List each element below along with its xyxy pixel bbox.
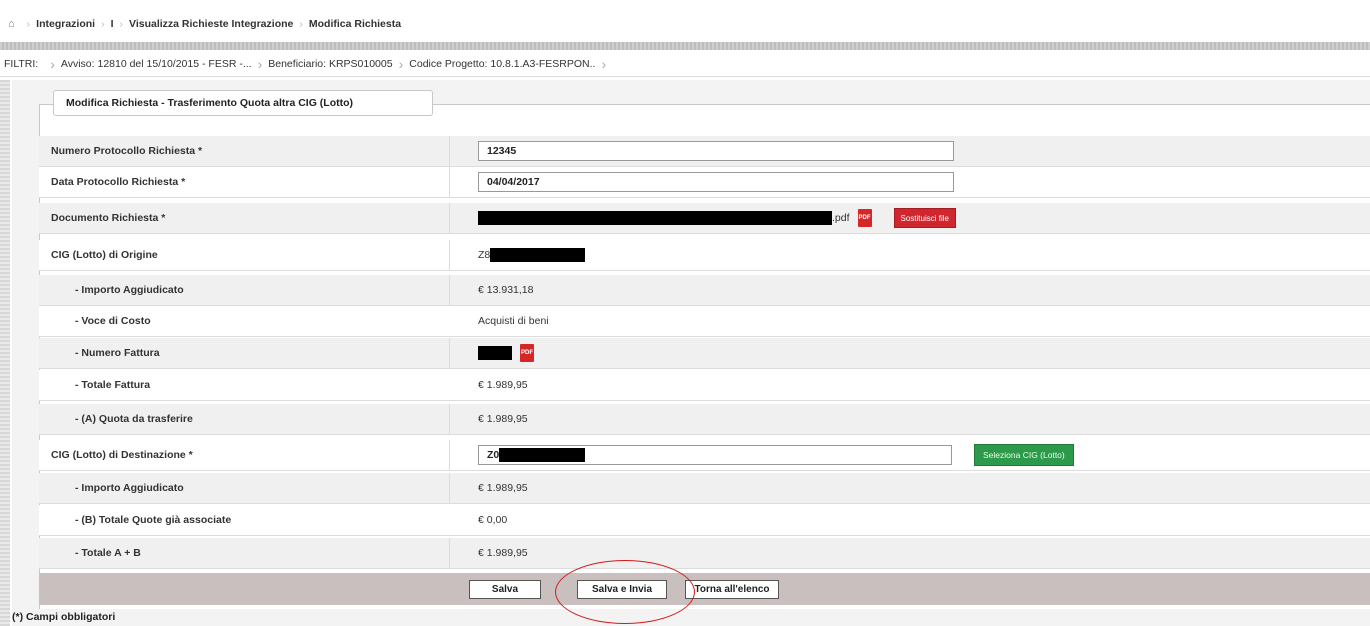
redacted-cig <box>490 248 586 262</box>
column-divider <box>449 167 450 197</box>
breadcrumb-visualizza-richieste[interactable]: Visualizza Richieste Integrazione <box>129 18 293 30</box>
label-documento: Documento Richiesta * <box>51 212 166 224</box>
pdf-icon[interactable]: PDF <box>520 344 534 362</box>
chevron-right-icon: › <box>257 56 263 72</box>
column-divider <box>449 370 450 400</box>
breadcrumb-separator: › <box>119 18 124 30</box>
redacted-filename <box>478 211 832 225</box>
cig-destinazione-prefix: Z0 <box>487 449 500 461</box>
file-extension: .pdf <box>832 212 850 224</box>
totale-quote-value: € 0,00 <box>478 514 508 526</box>
save-button[interactable]: Salva <box>469 580 541 599</box>
header-band <box>0 42 1370 50</box>
highlight-circle <box>555 560 695 624</box>
required-fields-note: (*) Campi obbligatori <box>12 611 116 623</box>
row-importo-aggiudicato-1: - Importo Aggiudicato € 13.931,18 <box>39 275 1370 306</box>
quota-trasferire-value: € 1.989,95 <box>478 413 528 425</box>
row-totale-fattura: - Totale Fattura € 1.989,95 <box>39 370 1370 401</box>
label-totale-fattura: - Totale Fattura <box>75 379 151 391</box>
breadcrumb-i[interactable]: I <box>111 18 114 30</box>
cig-origine-prefix: Z8 <box>478 249 491 261</box>
column-divider <box>449 440 450 470</box>
chevron-right-icon: › <box>398 56 404 72</box>
label-voce-costo: - Voce di Costo <box>75 315 151 327</box>
row-data-protocollo: Data Protocollo Richiesta * 04/04/2017 <box>39 167 1370 198</box>
data-protocollo-input[interactable]: 04/04/2017 <box>478 172 954 192</box>
replace-file-button[interactable]: Sostituisci file <box>893 208 956 228</box>
label-totale-ab: - Totale A + B <box>75 547 141 559</box>
row-numero-protocollo: Numero Protocollo Richiesta * 12345 <box>39 136 1370 167</box>
chevron-right-icon: › <box>50 56 55 72</box>
breadcrumb-separator: › <box>26 18 31 30</box>
row-importo-aggiudicato-2: - Importo Aggiudicato € 1.989,95 <box>39 473 1370 504</box>
row-documento: Documento Richiesta * .pdf PDF Sostituis… <box>39 203 1370 234</box>
row-numero-fattura: - Numero Fattura PDF <box>39 338 1370 369</box>
column-divider <box>449 240 450 270</box>
filter-chip-label: Codice Progetto: 10.8.1.A3-FESRPON.. <box>409 58 596 70</box>
filter-chip-beneficiario[interactable]: › Beneficiario: KRPS010005 <box>252 56 393 72</box>
select-cig-button[interactable]: Seleziona CIG (Lotto) <box>974 444 1074 466</box>
breadcrumb-current: Modifica Richiesta <box>308 18 402 30</box>
totale-fattura-value: € 1.989,95 <box>478 379 528 391</box>
label-data-protocollo: Data Protocollo Richiesta * <box>51 176 186 188</box>
column-divider <box>449 404 450 434</box>
row-quota-trasferire: - (A) Quota da trasferire € 1.989,95 <box>39 404 1370 435</box>
column-divider <box>449 505 450 535</box>
form-legend: Modifica Richiesta - Trasferimento Quota… <box>53 90 433 116</box>
row-totale-ab: - Totale A + B € 1.989,95 <box>39 538 1370 569</box>
home-icon[interactable]: ⌂ <box>8 18 15 30</box>
importo-aggiudicato-value: € 1.989,95 <box>478 482 528 494</box>
redacted-cig <box>499 448 586 462</box>
breadcrumb: ⌂ › Integrazioni › I › Visualizza Richie… <box>8 16 401 32</box>
label-cig-destinazione: CIG (Lotto) di Destinazione * <box>51 449 193 461</box>
left-rail <box>0 80 10 626</box>
label-numero-protocollo: Numero Protocollo Richiesta * <box>51 145 203 157</box>
row-cig-origine: CIG (Lotto) di Origine Z8 <box>39 240 1370 271</box>
breadcrumb-separator: › <box>299 18 303 30</box>
filter-chip-label: Beneficiario: KRPS010005 <box>268 58 393 70</box>
filters-label: FILTRI: <box>4 58 39 70</box>
voce-costo-value: Acquisti di beni <box>478 315 549 327</box>
column-divider <box>449 203 450 233</box>
column-divider <box>449 538 450 568</box>
filter-chip-label: Avviso: 12810 del 15/10/2015 - FESR -... <box>60 58 252 70</box>
label-importo-aggiudicato: - Importo Aggiudicato <box>75 482 184 494</box>
numero-protocollo-input[interactable]: 12345 <box>478 141 954 161</box>
label-quota-trasferire: - (A) Quota da trasferire <box>75 413 193 425</box>
filter-chip-codice-progetto[interactable]: › Codice Progetto: 10.8.1.A3-FESRPON.. › <box>393 56 613 72</box>
column-divider <box>449 136 450 166</box>
filters-bar: FILTRI: › Avviso: 12810 del 15/10/2015 -… <box>0 52 1370 77</box>
label-cig-origine: CIG (Lotto) di Origine <box>51 249 158 261</box>
breadcrumb-separator: › <box>101 18 105 30</box>
column-divider <box>449 306 450 336</box>
column-divider <box>449 275 450 305</box>
column-divider <box>449 338 450 368</box>
row-totale-quote: - (B) Totale Quote già associate € 0,00 <box>39 505 1370 536</box>
cig-destinazione-input[interactable]: Z0 <box>478 445 952 465</box>
redacted-fattura <box>478 346 512 360</box>
chevron-right-icon: › <box>601 56 607 72</box>
label-numero-fattura: - Numero Fattura <box>75 347 160 359</box>
importo-aggiudicato-value: € 13.931,18 <box>478 284 534 296</box>
back-to-list-button[interactable]: Torna all'elenco <box>685 580 779 599</box>
pdf-icon[interactable]: PDF <box>857 209 872 227</box>
action-bar: Salva Salva e Invia Torna all'elenco <box>39 573 1370 605</box>
breadcrumb-integrazioni[interactable]: Integrazioni <box>36 18 95 30</box>
label-totale-quote: - (B) Totale Quote già associate <box>75 514 232 526</box>
filter-chip-avviso[interactable]: › Avviso: 12810 del 15/10/2015 - FESR -.… <box>44 56 251 72</box>
totale-ab-value: € 1.989,95 <box>478 547 528 559</box>
row-cig-destinazione: CIG (Lotto) di Destinazione * Z0 Selezio… <box>39 440 1370 471</box>
row-voce-costo: - Voce di Costo Acquisti di beni <box>39 306 1370 337</box>
column-divider <box>449 473 450 503</box>
label-importo-aggiudicato: - Importo Aggiudicato <box>75 284 184 296</box>
